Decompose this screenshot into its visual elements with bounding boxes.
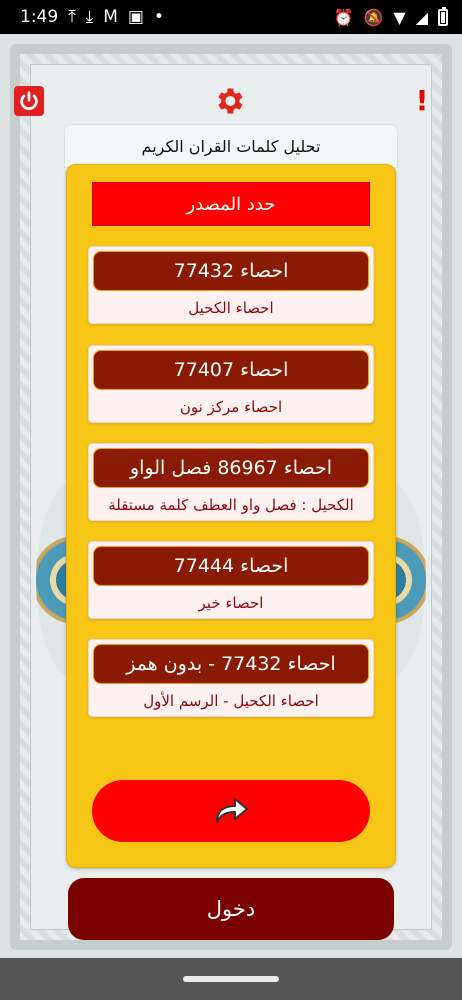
alert-button[interactable]: ! xyxy=(412,86,432,116)
app-title: تحليل كلمات القران الكريم xyxy=(141,136,321,156)
dot-icon: • xyxy=(153,7,164,27)
redo-arrow-icon xyxy=(216,798,248,823)
option-subtitle: احصاء الكحيل - الرسم الأول xyxy=(143,692,319,710)
option-card: احصاء 77432 - بدون همز احصاء الكحيل - ال… xyxy=(88,639,374,717)
option-button[interactable]: احصاء 77444 xyxy=(93,546,369,586)
option-button[interactable]: احصاء 77407 xyxy=(93,350,369,390)
alarm-icon: ⏰ xyxy=(333,7,354,27)
signal-icon: ◢ xyxy=(415,7,428,27)
status-left: 1:49 ⤒ ⤓ M ▣ • xyxy=(20,7,164,27)
gear-icon xyxy=(218,88,243,114)
option-card: احصاء 77444 احصاء خير xyxy=(88,541,374,619)
mute-icon: 🔕 xyxy=(363,7,384,27)
next-button[interactable] xyxy=(92,780,370,842)
option-button[interactable]: احصاء 77432 - بدون همز xyxy=(93,644,369,684)
home-gesture-handle[interactable] xyxy=(183,976,279,982)
option-card: احصاء 77432 احصاء الكحيل xyxy=(88,246,374,324)
option-subtitle: احصاء مركز نون xyxy=(179,398,283,416)
option-card: احصاء 77407 احصاء مركز نون xyxy=(88,345,374,423)
wifi-icon: ▼ xyxy=(393,7,406,27)
alert-icon: ! xyxy=(415,84,429,117)
upload-icon: ⤒ xyxy=(68,7,76,27)
option-button[interactable]: احصاء 86967 فصل الواو xyxy=(93,448,369,488)
settings-button[interactable] xyxy=(212,84,246,118)
download-icon: ⤓ xyxy=(85,7,94,27)
power-button[interactable] xyxy=(14,86,44,116)
power-icon xyxy=(20,91,38,110)
status-right: ⏰ 🔕 ▼ ◢ xyxy=(333,6,448,27)
gmail-icon: M xyxy=(103,7,118,27)
option-card: احصاء 86967 فصل الواو الكحيل : فصل واو ا… xyxy=(88,443,374,521)
enter-button[interactable]: دخول xyxy=(68,878,394,940)
option-subtitle: احصاء خير xyxy=(198,594,264,612)
battery-icon xyxy=(438,6,448,26)
navigation-bar xyxy=(0,958,462,1000)
option-subtitle: احصاء الكحيل xyxy=(188,299,274,317)
status-bar: 1:49 ⤒ ⤓ M ▣ • ⏰ 🔕 ▼ ◢ xyxy=(0,0,462,34)
status-time: 1:49 xyxy=(20,7,59,27)
option-subtitle: الكحيل : فصل واو العطف كلمة مستقلة xyxy=(108,496,354,514)
select-source-button[interactable]: حدد المصدر xyxy=(92,182,370,226)
option-button[interactable]: احصاء 77432 xyxy=(93,251,369,291)
title-card: تحليل كلمات القران الكريم xyxy=(64,124,398,168)
twitch-icon: ▣ xyxy=(127,7,144,27)
